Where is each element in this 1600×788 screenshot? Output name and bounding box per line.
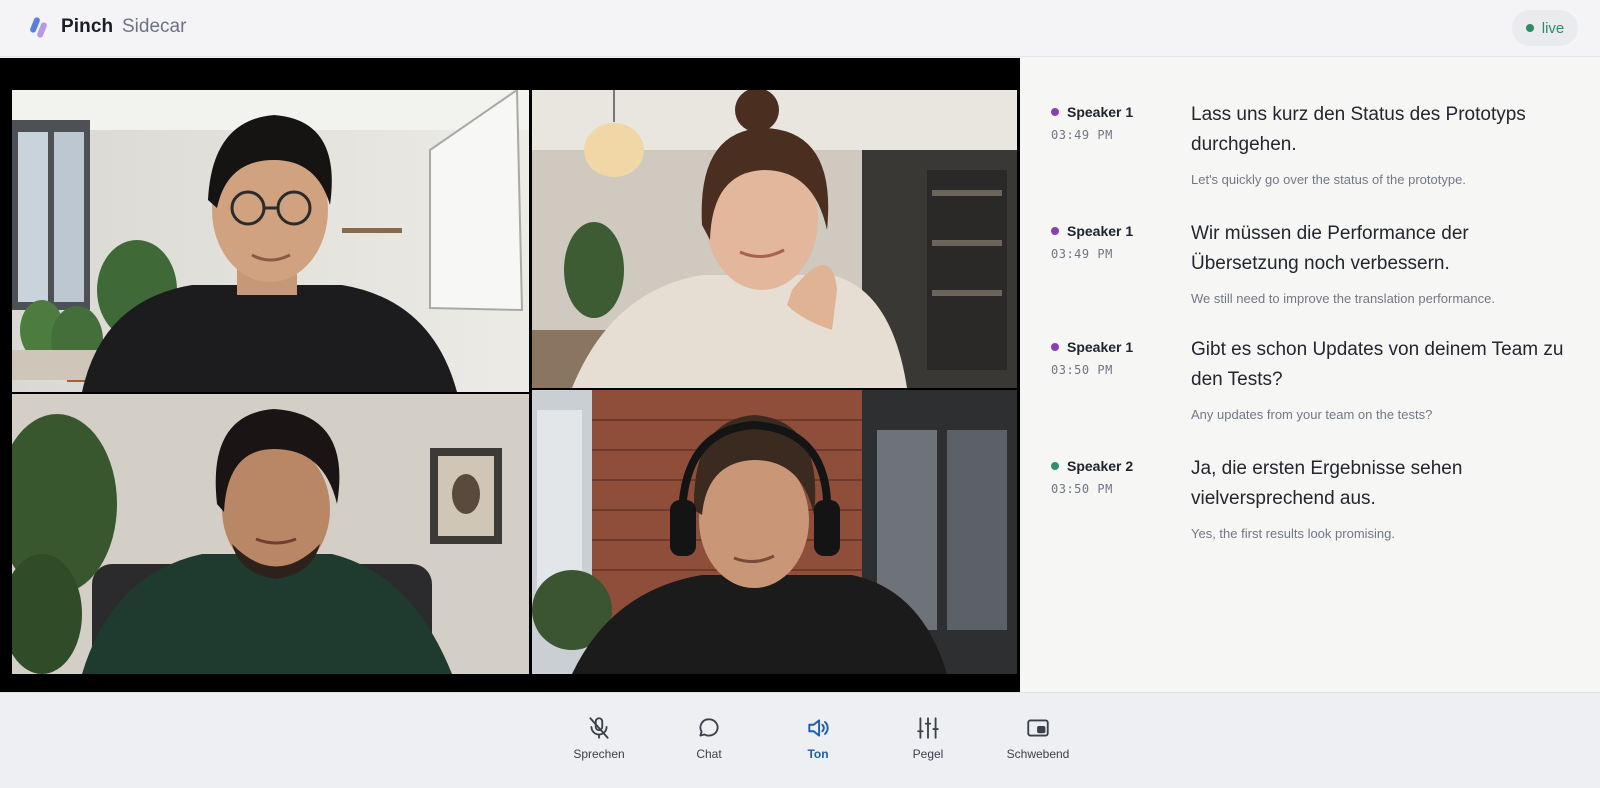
speak-label: Sprechen: [573, 747, 625, 761]
speaker-name: Speaker 1: [1067, 339, 1134, 355]
chat-button[interactable]: Chat: [664, 715, 754, 771]
video-tile-3[interactable]: [12, 394, 529, 674]
sound-label: Ton: [807, 747, 829, 761]
speaker-tag: Speaker 1: [1051, 104, 1133, 120]
transcript-entry: Speaker 1 03:49 PM Wir müssen die Perfor…: [1051, 223, 1581, 343]
mic-off-icon: [589, 717, 609, 739]
live-status-badge: live: [1512, 10, 1578, 46]
speaker-name: Speaker 2: [1067, 458, 1134, 474]
transcript-entry: Speaker 1 03:49 PM Lass uns kurz den Sta…: [1051, 104, 1581, 224]
translation-text: Yes, the first results look promising.: [1191, 526, 1395, 541]
participant-video-1: [12, 90, 529, 392]
transcript-entry: Speaker 2 03:50 PM Ja, die ersten Ergebn…: [1051, 458, 1581, 578]
sound-button[interactable]: Ton: [773, 715, 863, 771]
original-text: Lass uns kurz den Status des Prototyps d…: [1191, 104, 1526, 155]
speaker-tag: Speaker 2: [1051, 458, 1133, 474]
brand-name: Pinch: [61, 16, 114, 37]
video-tile-1[interactable]: [12, 90, 529, 392]
level-button[interactable]: Pegel: [883, 715, 973, 771]
call-toolbar: Sprechen Chat Ton Pegel Schwebend: [0, 692, 1600, 788]
transcript-panel: Speaker 1 03:49 PM Lass uns kurz den Sta…: [1021, 58, 1600, 692]
translation-text: Let's quickly go over the status of the …: [1191, 172, 1466, 187]
participant-video-2: [532, 90, 1017, 388]
floating-label: Schwebend: [1006, 747, 1070, 761]
product-name: Sidecar: [122, 16, 187, 37]
live-dot-icon: [1525, 24, 1534, 32]
speaker-dot-icon: [1051, 462, 1059, 470]
video-tile-2[interactable]: [532, 90, 1017, 388]
participant-video-3: [12, 394, 529, 674]
picture-in-picture-icon: [1027, 719, 1049, 737]
chat-label: Chat: [696, 747, 722, 761]
app-header: Pinch Sidecar live: [0, 0, 1600, 57]
translation-text: We still need to improve the translation…: [1191, 291, 1495, 306]
original-text: Gibt es schon Updates von deinem Team zu…: [1191, 339, 1564, 390]
transcript-entry: Speaker 1 03:50 PM Gibt es schon Updates…: [1051, 339, 1581, 459]
speaker-dot-icon: [1051, 108, 1059, 116]
speaker-dot-icon: [1051, 343, 1059, 351]
pinch-logo-icon: [30, 17, 47, 38]
speaker-icon: [808, 719, 829, 737]
video-grid: [0, 58, 1020, 692]
translation-text: Any updates from your team on the tests?: [1191, 407, 1433, 422]
timestamp: 03:50 PM: [1051, 363, 1113, 377]
speaker-tag: Speaker 1: [1051, 223, 1133, 239]
participant-video-4: [532, 390, 1017, 674]
timestamp: 03:49 PM: [1051, 247, 1113, 261]
speaker-name: Speaker 1: [1067, 104, 1134, 120]
chat-bubble-icon: [699, 718, 719, 737]
level-label: Pegel: [912, 747, 944, 761]
timestamp: 03:49 PM: [1051, 128, 1113, 142]
original-text: Wir müssen die Performance der Übersetzu…: [1191, 223, 1469, 274]
floating-button[interactable]: Schwebend: [993, 715, 1083, 771]
speak-button[interactable]: Sprechen: [554, 715, 644, 771]
live-status-label: live: [1541, 19, 1565, 37]
speaker-dot-icon: [1051, 227, 1059, 235]
sliders-icon: [917, 717, 939, 739]
speaker-name: Speaker 1: [1067, 223, 1134, 239]
timestamp: 03:50 PM: [1051, 482, 1113, 496]
video-tile-4[interactable]: [532, 390, 1017, 674]
speaker-tag: Speaker 1: [1051, 339, 1133, 355]
original-text: Ja, die ersten Ergebnisse sehen vielvers…: [1191, 458, 1463, 509]
